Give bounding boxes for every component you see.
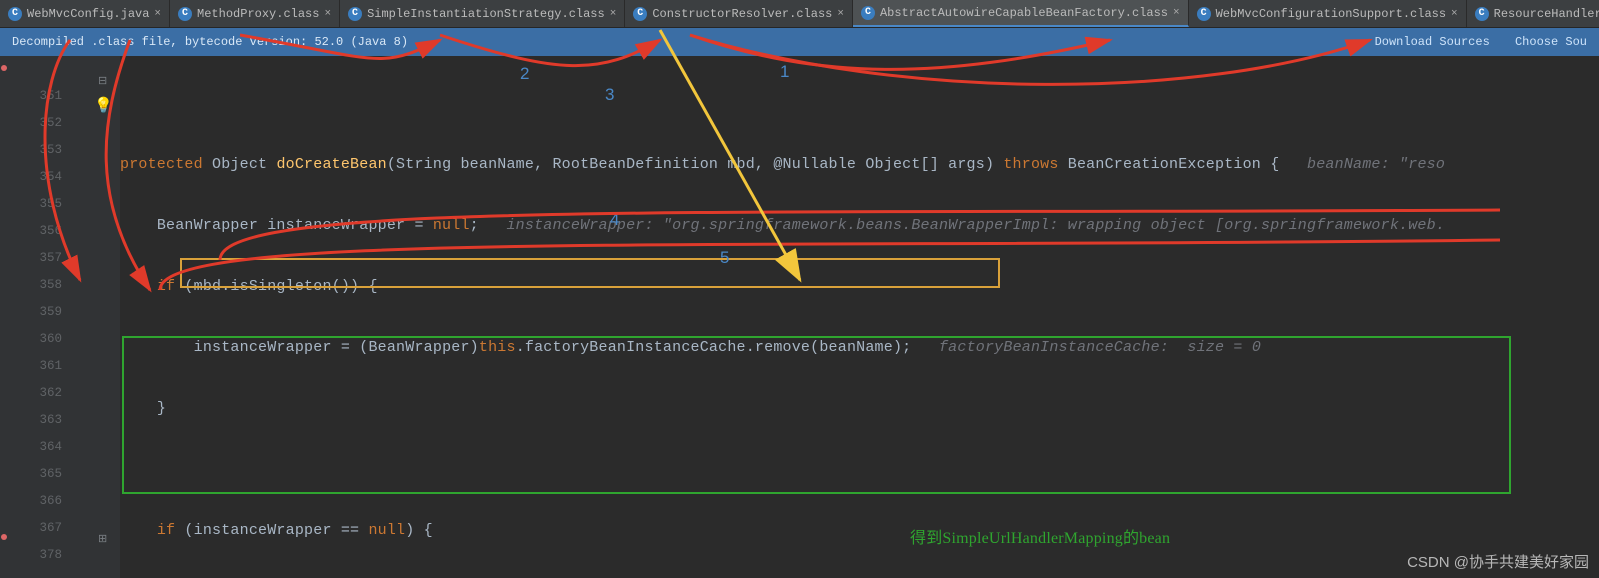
- editor-tab[interactable]: C WebMvcConfigurationSupport.class ×: [1189, 0, 1467, 27]
- code-line: BeanWrapper instanceWrapper = null; inst…: [120, 212, 1599, 239]
- line-number: 355: [16, 191, 62, 218]
- inline-hint: beanName: "reso: [1279, 156, 1445, 173]
- filetype-icon: C: [1475, 7, 1489, 21]
- code-line: [120, 90, 1599, 117]
- tab-label: WebMvcConfig.java: [27, 7, 149, 21]
- tab-label: WebMvcConfigurationSupport.class: [1216, 7, 1446, 21]
- text: ;: [470, 217, 479, 234]
- tab-label: ResourceHandlerRegistry.class: [1494, 7, 1599, 21]
- text: (mbd.isSingleton()) {: [184, 278, 377, 295]
- code-line: protected Object doCreateBean(String bea…: [120, 151, 1599, 178]
- tab-label: SimpleInstantiationStrategy.class: [367, 7, 605, 21]
- close-icon[interactable]: ×: [1173, 7, 1180, 19]
- close-icon[interactable]: ×: [324, 8, 331, 20]
- line-number: 354: [16, 164, 62, 191]
- filetype-icon: C: [1197, 7, 1211, 21]
- editor-tab[interactable]: C MethodProxy.class ×: [170, 0, 340, 27]
- filetype-icon: C: [178, 7, 192, 21]
- line-number: 362: [16, 380, 62, 407]
- line-number: 363: [16, 407, 62, 434]
- close-icon[interactable]: ×: [1451, 8, 1458, 20]
- editor-tabs: CWebMvcConfig.java×CMethodProxy.class×CS…: [0, 0, 1599, 28]
- download-sources-link[interactable]: Download Sources: [1375, 35, 1490, 49]
- keyword: if: [157, 522, 185, 539]
- line-number: 356: [16, 218, 62, 245]
- line-number: 357: [16, 245, 62, 272]
- close-icon[interactable]: ×: [610, 8, 617, 20]
- code-editor: 3513523533543553563573583593603613623633…: [0, 56, 1599, 578]
- line-number: 378: [16, 542, 62, 569]
- exception: BeanCreationException {: [1068, 156, 1280, 173]
- infobar-actions: Download Sources Choose Sou: [1357, 35, 1587, 49]
- editor-tab[interactable]: C AbstractAutowireCapableBeanFactory.clas…: [853, 0, 1189, 27]
- code-area[interactable]: protected Object doCreateBean(String bea…: [120, 56, 1599, 578]
- inline-hint: instanceWrapper: "org.springframework.be…: [479, 217, 1445, 234]
- params: (String beanName, RootBeanDefinition mbd…: [387, 156, 1004, 173]
- line-number: 367: [16, 515, 62, 542]
- text: instanceWrapper = (BeanWrapper): [194, 339, 479, 356]
- decompile-message: Decompiled .class file, bytecode version…: [12, 35, 408, 49]
- code-line: }: [120, 395, 1599, 422]
- fold-toggle-icon[interactable]: ⊞: [98, 532, 107, 546]
- filetype-icon: C: [348, 7, 362, 21]
- text: BeanWrapper instanceWrapper =: [157, 217, 433, 234]
- line-number: 361: [16, 353, 62, 380]
- keyword: null: [433, 217, 470, 234]
- inline-hint: factoryBeanInstanceCache: size = 0: [911, 339, 1261, 356]
- text: (instanceWrapper ==: [184, 522, 368, 539]
- editor-tab[interactable]: C ConstructorResolver.class ×: [625, 0, 853, 27]
- text: ) {: [405, 522, 433, 539]
- editor-tab[interactable]: CResourceHandlerRegistry.class×: [1467, 0, 1599, 27]
- fold-gutter: ⊟ 💡 ⊞: [72, 56, 120, 578]
- filetype-icon: C: [633, 7, 647, 21]
- keyword: if: [157, 278, 185, 295]
- line-number: 364: [16, 434, 62, 461]
- tab-label: ConstructorResolver.class: [652, 7, 832, 21]
- type: Object: [212, 156, 276, 173]
- editor-tab[interactable]: C SimpleInstantiationStrategy.class ×: [340, 0, 625, 27]
- code-line: if (mbd.isSingleton()) {: [120, 273, 1599, 300]
- decompile-info-bar: Decompiled .class file, bytecode version…: [0, 28, 1599, 56]
- line-number: 358: [16, 272, 62, 299]
- line-number-gutter: 3513523533543553563573583593603613623633…: [10, 56, 72, 578]
- line-number: 360: [16, 326, 62, 353]
- breakpoint-marker[interactable]: [1, 65, 7, 71]
- editor-tab[interactable]: C WebMvcConfig.java ×: [0, 0, 170, 27]
- line-number: 351: [16, 83, 62, 110]
- filetype-icon: C: [861, 6, 875, 20]
- line-number: 365: [16, 461, 62, 488]
- method-name: doCreateBean: [276, 156, 386, 173]
- keyword: protected: [120, 156, 212, 173]
- keyword: this: [479, 339, 516, 356]
- text: .factoryBeanInstanceCache.remove(beanNam…: [516, 339, 912, 356]
- line-number: [16, 56, 62, 83]
- intention-bulb-icon[interactable]: 💡: [94, 96, 113, 115]
- choose-sources-link[interactable]: Choose Sou: [1515, 35, 1587, 49]
- filetype-icon: C: [8, 7, 22, 21]
- code-line: [120, 456, 1599, 483]
- close-icon[interactable]: ×: [154, 8, 161, 20]
- tab-label: AbstractAutowireCapableBeanFactory.class: [880, 6, 1168, 20]
- line-number: 366: [16, 488, 62, 515]
- keyword: null: [368, 522, 405, 539]
- marker-bar: [0, 56, 10, 578]
- line-number: 353: [16, 137, 62, 164]
- breakpoint-marker[interactable]: [1, 534, 7, 540]
- fold-toggle-icon[interactable]: ⊟: [98, 74, 107, 88]
- close-icon[interactable]: ×: [837, 8, 844, 20]
- line-number: 359: [16, 299, 62, 326]
- code-line: instanceWrapper = (BeanWrapper)this.fact…: [120, 334, 1599, 361]
- code-line: if (instanceWrapper == null) {: [120, 517, 1599, 544]
- tab-label: MethodProxy.class: [197, 7, 319, 21]
- keyword: throws: [1003, 156, 1067, 173]
- text: }: [157, 400, 166, 417]
- line-number: 352: [16, 110, 62, 137]
